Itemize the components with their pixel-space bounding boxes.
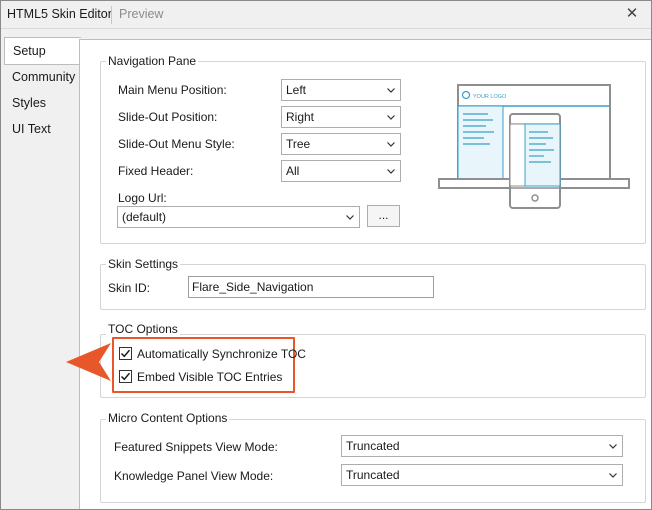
chevron-down-icon [609, 444, 617, 449]
main-menu-position-select[interactable]: Left [281, 79, 401, 101]
knowledge-panel-select[interactable]: Truncated [341, 464, 623, 486]
document-tab-bar: HTML5 Skin Editor Preview ✕ [1, 1, 651, 29]
skin-settings-title: Skin Settings [106, 257, 181, 271]
browse-logo-button[interactable]: ... [367, 205, 400, 227]
main-menu-position-label: Main Menu Position: [118, 83, 227, 97]
tab-separator [111, 6, 112, 24]
featured-snippets-label: Featured Snippets View Mode: [114, 440, 278, 454]
tab-ui-text[interactable]: UI Text [2, 117, 80, 141]
callout-arrow-icon [66, 343, 111, 381]
toc-options-title: TOC Options [106, 322, 180, 336]
check-icon [120, 349, 131, 358]
chevron-down-icon [387, 142, 395, 147]
chevron-down-icon [387, 169, 395, 174]
logo-url-label: Logo Url: [118, 191, 167, 205]
slide-out-menu-style-label: Slide-Out Menu Style: [118, 137, 235, 151]
main-menu-position-value: Left [286, 83, 307, 97]
preview-logo-text: YOUR LOGO [473, 94, 507, 100]
tab-preview[interactable]: Preview [119, 7, 163, 21]
chevron-down-icon [387, 115, 395, 120]
setup-panel: Navigation Pane Main Menu Position: Left… [79, 39, 651, 509]
embed-visible-toc-label: Embed Visible TOC Entries [137, 370, 283, 384]
close-icon[interactable]: ✕ [623, 5, 641, 23]
tab-setup[interactable]: Setup [4, 37, 81, 65]
chevron-down-icon [387, 88, 395, 93]
tab-styles[interactable]: Styles [2, 91, 80, 115]
editor-window: HTML5 Skin Editor Preview ✕ Setup Commun… [0, 0, 652, 510]
skin-id-input[interactable]: Flare_Side_Navigation [188, 276, 434, 298]
slide-out-menu-style-select[interactable]: Tree [281, 133, 401, 155]
micro-content-group [100, 419, 646, 503]
tab-html5-skin-editor[interactable]: HTML5 Skin Editor [7, 7, 112, 21]
toc-highlight-box [112, 337, 295, 393]
logo-url-select[interactable]: (default) [117, 206, 360, 228]
knowledge-panel-value: Truncated [346, 468, 400, 482]
featured-snippets-value: Truncated [346, 439, 400, 453]
fixed-header-label: Fixed Header: [118, 164, 194, 178]
slide-out-menu-style-value: Tree [286, 137, 311, 151]
fixed-header-value: All [286, 164, 300, 178]
auto-sync-toc-checkbox[interactable] [119, 347, 132, 360]
navigation-pane-title: Navigation Pane [106, 54, 199, 68]
chevron-down-icon [609, 473, 617, 478]
logo-url-value: (default) [122, 210, 167, 224]
slide-out-position-value: Right [286, 110, 315, 124]
knowledge-panel-label: Knowledge Panel View Mode: [114, 469, 274, 483]
micro-content-title: Micro Content Options [106, 411, 230, 425]
slide-out-position-label: Slide-Out Position: [118, 110, 218, 124]
auto-sync-toc-label: Automatically Synchronize TOC [137, 347, 306, 361]
check-icon [120, 372, 131, 381]
slide-out-position-select[interactable]: Right [281, 106, 401, 128]
skin-id-label: Skin ID: [108, 281, 151, 295]
chevron-down-icon [346, 215, 354, 220]
tab-community[interactable]: Community [2, 65, 80, 89]
navigation-preview-illustration: YOUR LOGO [438, 84, 630, 209]
featured-snippets-select[interactable]: Truncated [341, 435, 623, 457]
fixed-header-select[interactable]: All [281, 160, 401, 182]
embed-visible-toc-checkbox[interactable] [119, 370, 132, 383]
